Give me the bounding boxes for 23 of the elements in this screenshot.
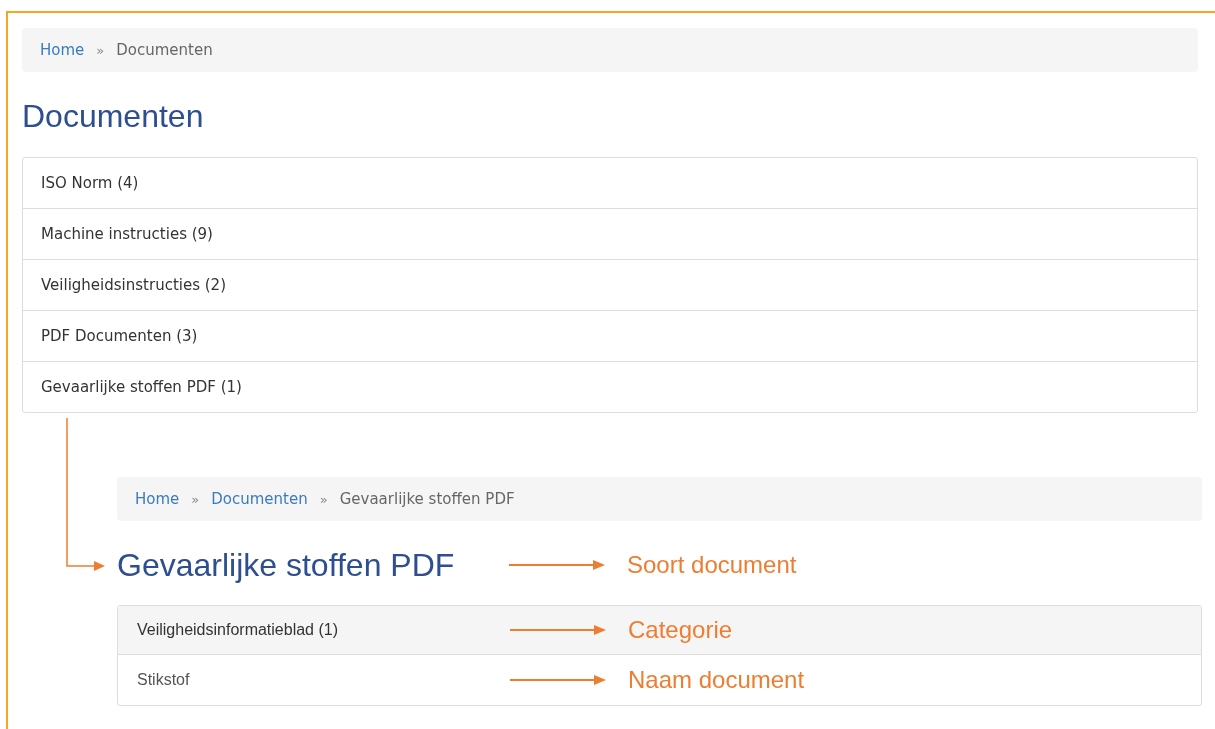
category-item[interactable]: ISO Norm (4) xyxy=(23,158,1197,208)
breadcrumb-current: Gevaarlijke stoffen PDF xyxy=(339,490,515,508)
breadcrumb-separator: » xyxy=(319,491,328,507)
category-item[interactable]: Gevaarlijke stoffen PDF (1) xyxy=(23,361,1197,412)
category-item[interactable]: PDF Documenten (3) xyxy=(23,310,1197,361)
breadcrumb-link[interactable]: Documenten xyxy=(211,490,308,508)
breadcrumb-separator: » xyxy=(191,491,200,507)
arrow-icon xyxy=(510,624,606,636)
page-heading: Gevaarlijke stoffen PDF xyxy=(117,547,455,583)
category-item[interactable]: Machine instructies (9) xyxy=(23,208,1197,259)
annotation-label: Categorie xyxy=(628,616,733,644)
breadcrumb-separator: » xyxy=(96,42,105,58)
breadcrumb-current: Documenten xyxy=(116,41,213,59)
category-heading: Veiligheidsinformatieblad (1) xyxy=(137,621,338,639)
document-link[interactable]: Stikstof xyxy=(137,671,190,689)
category-item[interactable]: Veiligheidsinstructies (2) xyxy=(23,259,1197,310)
annotation-label: Soort document xyxy=(627,551,797,579)
page-heading: Documenten xyxy=(22,97,205,135)
breadcrumb-link[interactable]: Home xyxy=(135,490,180,508)
arrow-icon xyxy=(509,559,605,571)
breadcrumb-link[interactable]: Home xyxy=(40,41,85,59)
arrow-icon xyxy=(510,674,606,686)
annotation-label: Naam document xyxy=(628,666,805,694)
